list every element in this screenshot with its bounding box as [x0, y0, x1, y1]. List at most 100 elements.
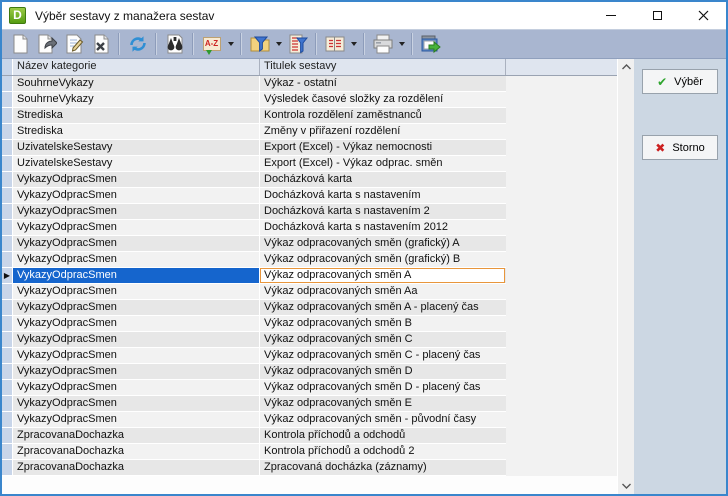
grid-cell-category[interactable]: VykazyOdpracSmen: [13, 412, 260, 427]
grid-cell-title[interactable]: Export (Excel) - Výkaz nemocnosti: [260, 140, 505, 155]
grid-cell-category[interactable]: VykazyOdpracSmen: [13, 332, 260, 347]
scroll-up-button[interactable]: [618, 59, 635, 75]
copy-report-button[interactable]: [33, 31, 60, 57]
table-row[interactable]: ▶ SouhrneVykazy Výkaz - ostatní: [2, 76, 506, 92]
grid-cell-title[interactable]: Výkaz - ostatní: [260, 76, 505, 91]
grid-cell-category[interactable]: VykazyOdpracSmen: [13, 188, 260, 203]
grid-cell-title[interactable]: Změny v přiřazení rozdělení: [260, 124, 505, 139]
close-button[interactable]: [680, 2, 726, 29]
grid-cell-category[interactable]: VykazyOdpracSmen: [13, 268, 260, 283]
grid-cell-title[interactable]: Výkaz odpracovaných směn (grafický) A: [260, 236, 505, 251]
grid-cell-category[interactable]: ZpracovanaDochazka: [13, 428, 260, 443]
grid-cell-title[interactable]: Kontrola příchodů a odchodů 2: [260, 444, 505, 459]
grid-cell-category[interactable]: VykazyOdpracSmen: [13, 252, 260, 267]
export-button[interactable]: [417, 31, 444, 57]
grid-cell-title[interactable]: Kontrola rozdělení zaměstnanců: [260, 108, 505, 123]
table-row[interactable]: ▶ VykazyOdpracSmen Docházková karta s na…: [2, 188, 506, 204]
table-row[interactable]: ▶ UzivatelskeSestavy Export (Excel) - Vý…: [2, 140, 506, 156]
grid-cell-title[interactable]: Docházková karta s nastavením 2: [260, 204, 505, 219]
table-row[interactable]: ▶ VykazyOdpracSmen Docházková karta s na…: [2, 204, 506, 220]
grid-cell-title[interactable]: Výkaz odpracovaných směn A: [260, 268, 505, 283]
grid-cell-category[interactable]: SouhrneVykazy: [13, 92, 260, 107]
columns-dropdown[interactable]: [348, 31, 359, 57]
table-row[interactable]: ▶ VykazyOdpracSmen Docházková karta s na…: [2, 220, 506, 236]
print-dropdown[interactable]: [396, 31, 407, 57]
vertical-scrollbar[interactable]: [617, 59, 634, 494]
grid-cell-category[interactable]: ZpracovanaDochazka: [13, 460, 260, 475]
table-row[interactable]: ▶ SouhrneVykazy Výsledek časové složky z…: [2, 92, 506, 108]
table-row[interactable]: ▶ VykazyOdpracSmen Docházková karta: [2, 172, 506, 188]
grid-cell-title[interactable]: Export (Excel) - Výkaz odprac. směn: [260, 156, 505, 171]
grid-cell-category[interactable]: Strediska: [13, 124, 260, 139]
grid-cell-title[interactable]: Výkaz odpracovaných směn C: [260, 332, 505, 347]
grid-cell-title[interactable]: Docházková karta: [260, 172, 505, 187]
grid-cell-title[interactable]: Výkaz odpracovaných směn Aa: [260, 284, 505, 299]
delete-report-button[interactable]: [87, 31, 114, 57]
table-row[interactable]: ▶ VykazyOdpracSmen Výkaz odpracovaných s…: [2, 332, 506, 348]
table-row[interactable]: ▶ ZpracovanaDochazka Zpracovaná docházka…: [2, 460, 506, 476]
table-row[interactable]: ▶ VykazyOdpracSmen Výkaz odpracovaných s…: [2, 300, 506, 316]
table-row[interactable]: ▶ VykazyOdpracSmen Výkaz odpracovaných s…: [2, 236, 506, 252]
columns-button[interactable]: [321, 31, 348, 57]
print-button[interactable]: [369, 31, 396, 57]
table-row[interactable]: ▶ VykazyOdpracSmen Výkaz odpracovaných s…: [2, 396, 506, 412]
grid-cell-category[interactable]: VykazyOdpracSmen: [13, 172, 260, 187]
grid-cell-category[interactable]: VykazyOdpracSmen: [13, 316, 260, 331]
grid-cell-category[interactable]: VykazyOdpracSmen: [13, 220, 260, 235]
table-row[interactable]: ▶ Strediska Změny v přiřazení rozdělení: [2, 124, 506, 140]
grid-cell-title[interactable]: Kontrola příchodů a odchodů: [260, 428, 505, 443]
cancel-button[interactable]: ✖ Storno: [642, 135, 718, 160]
grid-cell-title[interactable]: Výkaz odpracovaných směn - původní časy: [260, 412, 505, 427]
grid-cell-category[interactable]: VykazyOdpracSmen: [13, 284, 260, 299]
filter-button[interactable]: [246, 31, 273, 57]
new-report-button[interactable]: [6, 31, 33, 57]
grid-cell-title[interactable]: Výkaz odpracovaných směn D: [260, 364, 505, 379]
grid-cell-category[interactable]: Strediska: [13, 108, 260, 123]
grid-cell-category[interactable]: VykazyOdpracSmen: [13, 380, 260, 395]
grid-cell-title[interactable]: Výkaz odpracovaných směn E: [260, 396, 505, 411]
filter-dropdown[interactable]: [273, 31, 284, 57]
grid-cell-category[interactable]: UzivatelskeSestavy: [13, 156, 260, 171]
grid-cell-title[interactable]: Výkaz odpracovaných směn B: [260, 316, 505, 331]
table-row[interactable]: ▶ VykazyOdpracSmen Výkaz odpracovaných s…: [2, 268, 506, 284]
grid-cell-category[interactable]: ZpracovanaDochazka: [13, 444, 260, 459]
find-button[interactable]: [161, 31, 188, 57]
column-header-category[interactable]: Název kategorie: [13, 59, 260, 75]
grid-cell-title[interactable]: Výsledek časové složky za rozdělení: [260, 92, 505, 107]
refresh-button[interactable]: [124, 31, 151, 57]
edit-report-button[interactable]: [60, 31, 87, 57]
select-button[interactable]: ✔ Výběr: [642, 69, 718, 94]
grid-cell-title[interactable]: Výkaz odpracovaných směn A - placený čas: [260, 300, 505, 315]
grid-cell-category[interactable]: VykazyOdpracSmen: [13, 364, 260, 379]
grid-cell-category[interactable]: SouhrneVykazy: [13, 76, 260, 91]
maximize-button[interactable]: [634, 2, 680, 29]
table-row[interactable]: ▶ VykazyOdpracSmen Výkaz odpracovaných s…: [2, 412, 506, 428]
table-row[interactable]: ▶ VykazyOdpracSmen Výkaz odpracovaných s…: [2, 284, 506, 300]
grid-cell-category[interactable]: VykazyOdpracSmen: [13, 396, 260, 411]
table-row[interactable]: ▶ Strediska Kontrola rozdělení zaměstnan…: [2, 108, 506, 124]
sort-az-dropdown[interactable]: [225, 31, 236, 57]
grid-cell-title[interactable]: Docházková karta s nastavením: [260, 188, 505, 203]
table-row[interactable]: ▶ VykazyOdpracSmen Výkaz odpracovaných s…: [2, 316, 506, 332]
table-row[interactable]: ▶ VykazyOdpracSmen Výkaz odpracovaných s…: [2, 252, 506, 268]
grid-cell-category[interactable]: VykazyOdpracSmen: [13, 300, 260, 315]
grid-cell-category[interactable]: VykazyOdpracSmen: [13, 348, 260, 363]
grid-cell-category[interactable]: UzivatelskeSestavy: [13, 140, 260, 155]
grid-cell-title[interactable]: Výkaz odpracovaných směn C - placený čas: [260, 348, 505, 363]
grid-cell-title[interactable]: Výkaz odpracovaných směn D - placený čas: [260, 380, 505, 395]
grid-cell-title[interactable]: Zpracovaná docházka (záznamy): [260, 460, 505, 475]
table-row[interactable]: ▶ VykazyOdpracSmen Výkaz odpracovaných s…: [2, 380, 506, 396]
filter-conditions-button[interactable]: [284, 31, 311, 57]
grid-cell-title[interactable]: Výkaz odpracovaných směn (grafický) B: [260, 252, 505, 267]
scroll-down-button[interactable]: [618, 478, 635, 494]
table-row[interactable]: ▶ ZpracovanaDochazka Kontrola příchodů a…: [2, 428, 506, 444]
sort-az-button[interactable]: A-Z: [198, 31, 225, 57]
table-row[interactable]: ▶ ZpracovanaDochazka Kontrola příchodů a…: [2, 444, 506, 460]
grid-cell-category[interactable]: VykazyOdpracSmen: [13, 204, 260, 219]
table-row[interactable]: ▶ VykazyOdpracSmen Výkaz odpracovaných s…: [2, 364, 506, 380]
grid-cell-category[interactable]: VykazyOdpracSmen: [13, 236, 260, 251]
table-row[interactable]: ▶ UzivatelskeSestavy Export (Excel) - Vý…: [2, 156, 506, 172]
column-header-title[interactable]: Titulek sestavy: [260, 59, 506, 75]
grid-cell-title[interactable]: Docházková karta s nastavením 2012: [260, 220, 505, 235]
minimize-button[interactable]: [588, 2, 634, 29]
